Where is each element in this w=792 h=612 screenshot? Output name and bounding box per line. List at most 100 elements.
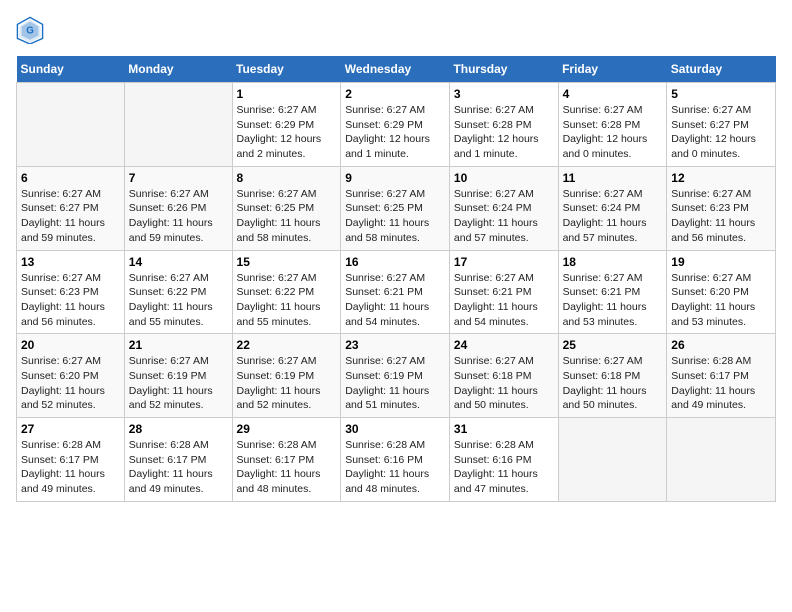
- day-info: and 53 minutes.: [563, 315, 663, 330]
- day-info: Sunset: 6:22 PM: [237, 285, 337, 300]
- calendar-table: SundayMondayTuesdayWednesdayThursdayFrid…: [16, 56, 776, 502]
- calendar-cell: 16Sunrise: 6:27 AMSunset: 6:21 PMDayligh…: [341, 250, 450, 334]
- day-info: Sunset: 6:24 PM: [454, 201, 554, 216]
- day-number: 20: [21, 338, 120, 352]
- day-info: Daylight: 11 hours: [237, 384, 337, 399]
- day-info: and 49 minutes.: [671, 398, 771, 413]
- day-info: Daylight: 11 hours: [21, 216, 120, 231]
- day-info: Sunrise: 6:27 AM: [345, 354, 445, 369]
- day-info: Sunrise: 6:27 AM: [671, 103, 771, 118]
- day-info: Sunrise: 6:28 AM: [237, 438, 337, 453]
- day-info: and 53 minutes.: [671, 315, 771, 330]
- day-info: Sunrise: 6:27 AM: [21, 187, 120, 202]
- calendar-cell: 26Sunrise: 6:28 AMSunset: 6:17 PMDayligh…: [667, 334, 776, 418]
- day-info: Sunset: 6:23 PM: [21, 285, 120, 300]
- day-info: and 52 minutes.: [237, 398, 337, 413]
- day-info: Sunset: 6:17 PM: [129, 453, 228, 468]
- day-info: Sunset: 6:20 PM: [21, 369, 120, 384]
- day-info: Daylight: 11 hours: [563, 384, 663, 399]
- day-info: Sunset: 6:26 PM: [129, 201, 228, 216]
- calendar-cell: 27Sunrise: 6:28 AMSunset: 6:17 PMDayligh…: [17, 418, 125, 502]
- header-monday: Monday: [124, 56, 232, 83]
- day-info: Daylight: 11 hours: [21, 300, 120, 315]
- day-info: and 52 minutes.: [21, 398, 120, 413]
- calendar-cell: 15Sunrise: 6:27 AMSunset: 6:22 PMDayligh…: [232, 250, 341, 334]
- day-info: and 56 minutes.: [671, 231, 771, 246]
- logo: G: [16, 16, 48, 44]
- day-info: Sunrise: 6:28 AM: [129, 438, 228, 453]
- calendar-cell: 18Sunrise: 6:27 AMSunset: 6:21 PMDayligh…: [558, 250, 667, 334]
- calendar-cell: 5Sunrise: 6:27 AMSunset: 6:27 PMDaylight…: [667, 83, 776, 167]
- day-info: Daylight: 11 hours: [671, 384, 771, 399]
- day-number: 9: [345, 171, 445, 185]
- calendar-cell: 22Sunrise: 6:27 AMSunset: 6:19 PMDayligh…: [232, 334, 341, 418]
- calendar-cell: 30Sunrise: 6:28 AMSunset: 6:16 PMDayligh…: [341, 418, 450, 502]
- day-info: Sunrise: 6:28 AM: [454, 438, 554, 453]
- day-info: Sunset: 6:19 PM: [129, 369, 228, 384]
- day-info: Sunrise: 6:27 AM: [671, 187, 771, 202]
- day-number: 18: [563, 255, 663, 269]
- calendar-cell: 4Sunrise: 6:27 AMSunset: 6:28 PMDaylight…: [558, 83, 667, 167]
- calendar-cell: 6Sunrise: 6:27 AMSunset: 6:27 PMDaylight…: [17, 166, 125, 250]
- day-info: Daylight: 12 hours: [237, 132, 337, 147]
- calendar-cell: [667, 418, 776, 502]
- calendar-cell: 31Sunrise: 6:28 AMSunset: 6:16 PMDayligh…: [449, 418, 558, 502]
- day-number: 19: [671, 255, 771, 269]
- header-thursday: Thursday: [449, 56, 558, 83]
- day-info: and 48 minutes.: [237, 482, 337, 497]
- calendar-cell: 28Sunrise: 6:28 AMSunset: 6:17 PMDayligh…: [124, 418, 232, 502]
- day-info: Daylight: 11 hours: [21, 467, 120, 482]
- calendar-cell: 20Sunrise: 6:27 AMSunset: 6:20 PMDayligh…: [17, 334, 125, 418]
- day-number: 26: [671, 338, 771, 352]
- day-info: Sunrise: 6:27 AM: [671, 271, 771, 286]
- day-info: and 58 minutes.: [237, 231, 337, 246]
- day-info: Daylight: 11 hours: [129, 384, 228, 399]
- page-header: G: [16, 16, 776, 44]
- day-info: Daylight: 11 hours: [129, 300, 228, 315]
- day-info: Sunrise: 6:27 AM: [129, 354, 228, 369]
- day-number: 13: [21, 255, 120, 269]
- day-info: Daylight: 11 hours: [345, 467, 445, 482]
- calendar-cell: 1Sunrise: 6:27 AMSunset: 6:29 PMDaylight…: [232, 83, 341, 167]
- calendar-cell: 14Sunrise: 6:27 AMSunset: 6:22 PMDayligh…: [124, 250, 232, 334]
- day-number: 22: [237, 338, 337, 352]
- calendar-cell: 8Sunrise: 6:27 AMSunset: 6:25 PMDaylight…: [232, 166, 341, 250]
- day-info: and 50 minutes.: [563, 398, 663, 413]
- day-number: 23: [345, 338, 445, 352]
- day-info: Sunset: 6:16 PM: [345, 453, 445, 468]
- header-wednesday: Wednesday: [341, 56, 450, 83]
- day-info: Sunset: 6:29 PM: [237, 118, 337, 133]
- day-info: Daylight: 11 hours: [237, 216, 337, 231]
- day-info: and 50 minutes.: [454, 398, 554, 413]
- day-number: 7: [129, 171, 228, 185]
- day-number: 15: [237, 255, 337, 269]
- day-info: Sunrise: 6:27 AM: [454, 187, 554, 202]
- svg-text:G: G: [26, 26, 34, 37]
- day-number: 16: [345, 255, 445, 269]
- day-info: Daylight: 11 hours: [21, 384, 120, 399]
- day-info: Sunrise: 6:27 AM: [345, 187, 445, 202]
- day-number: 11: [563, 171, 663, 185]
- day-number: 3: [454, 87, 554, 101]
- day-info: Sunrise: 6:28 AM: [671, 354, 771, 369]
- day-info: Sunrise: 6:27 AM: [454, 271, 554, 286]
- day-info: and 58 minutes.: [345, 231, 445, 246]
- calendar-cell: [124, 83, 232, 167]
- day-info: and 57 minutes.: [454, 231, 554, 246]
- calendar-cell: [17, 83, 125, 167]
- day-info: and 57 minutes.: [563, 231, 663, 246]
- header-sunday: Sunday: [17, 56, 125, 83]
- day-info: Daylight: 11 hours: [671, 300, 771, 315]
- day-number: 31: [454, 422, 554, 436]
- day-info: Daylight: 11 hours: [671, 216, 771, 231]
- day-number: 10: [454, 171, 554, 185]
- day-info: Daylight: 11 hours: [237, 467, 337, 482]
- day-info: Sunrise: 6:27 AM: [237, 103, 337, 118]
- day-info: and 1 minute.: [345, 147, 445, 162]
- day-info: Sunset: 6:19 PM: [237, 369, 337, 384]
- day-info: Sunset: 6:20 PM: [671, 285, 771, 300]
- day-info: and 56 minutes.: [21, 315, 120, 330]
- day-info: Sunset: 6:21 PM: [454, 285, 554, 300]
- day-info: Daylight: 11 hours: [454, 300, 554, 315]
- day-info: Daylight: 11 hours: [454, 216, 554, 231]
